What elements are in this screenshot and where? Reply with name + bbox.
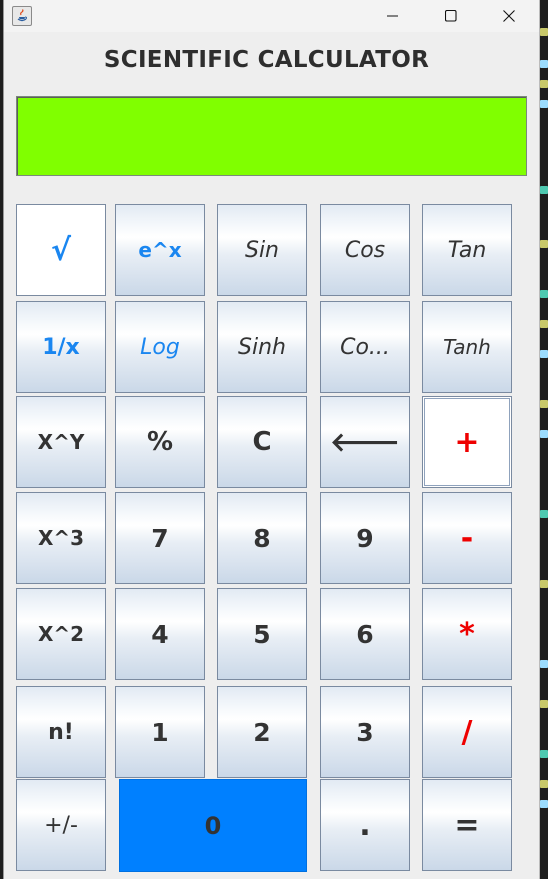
result-display[interactable]: [16, 96, 527, 176]
minus-button[interactable]: -: [422, 492, 512, 584]
backspace-button[interactable]: 🡐: [320, 396, 410, 488]
digit-8-label: 8: [253, 523, 271, 553]
decimal-label: .: [359, 807, 371, 843]
factorial-button[interactable]: n!: [16, 686, 106, 778]
cube-label: X^3: [37, 526, 85, 550]
tan-label: Tan: [447, 237, 487, 263]
digit-2-button[interactable]: 2: [217, 686, 307, 778]
exp-button[interactable]: e^x: [115, 204, 205, 296]
maximize-button[interactable]: [422, 0, 480, 32]
digit-6-button[interactable]: 6: [320, 588, 410, 680]
digit-1-label: 1: [151, 717, 169, 747]
plus-button[interactable]: +: [422, 396, 512, 488]
sqrt-button[interactable]: √: [16, 204, 106, 296]
log-label: Log: [140, 334, 180, 360]
divide-label: /: [461, 714, 473, 750]
cosh-label: Co...: [340, 334, 390, 360]
cos-label: Cos: [344, 237, 386, 263]
cube-button[interactable]: X^3: [16, 492, 106, 584]
sqrt-label: √: [50, 232, 71, 268]
java-app-icon[interactable]: [12, 6, 32, 26]
sin-label: Sin: [244, 237, 280, 263]
digit-8-button[interactable]: 8: [217, 492, 307, 584]
sin-button[interactable]: Sin: [217, 204, 307, 296]
digit-4-button[interactable]: 4: [115, 588, 205, 680]
cosh-button[interactable]: Co...: [320, 301, 410, 393]
log-button[interactable]: Log: [115, 301, 205, 393]
digit-6-label: 6: [356, 619, 374, 649]
equals-label: =: [454, 807, 480, 843]
digit-9-button[interactable]: 9: [320, 492, 410, 584]
negate-button[interactable]: +/-: [16, 779, 106, 871]
digit-0-label: 0: [204, 811, 222, 840]
digit-0-button[interactable]: 0: [119, 779, 307, 872]
digit-7-label: 7: [151, 523, 169, 553]
title-bar[interactable]: [4, 0, 539, 32]
tan-button[interactable]: Tan: [422, 204, 512, 296]
digit-1-button[interactable]: 1: [115, 686, 205, 778]
tanh-label: Tanh: [443, 335, 491, 359]
exp-label: e^x: [138, 238, 182, 262]
minimize-icon: [387, 15, 398, 17]
close-icon: [503, 10, 515, 22]
power-button[interactable]: X^Y: [16, 396, 106, 488]
multiply-label: *: [459, 616, 475, 652]
power-label: X^Y: [37, 430, 85, 454]
minus-label: -: [460, 520, 474, 556]
factorial-label: n!: [48, 719, 74, 745]
decimal-button[interactable]: .: [320, 779, 410, 871]
digit-3-button[interactable]: 3: [320, 686, 410, 778]
digit-2-label: 2: [253, 717, 271, 747]
percent-button[interactable]: %: [115, 396, 205, 488]
maximize-icon: [445, 10, 457, 22]
calculator-window: SCIENTIFIC CALCULATOR √ e^x Sin Cos Tan …: [3, 0, 540, 879]
close-button[interactable]: [480, 0, 538, 32]
percent-label: %: [146, 427, 174, 457]
tanh-button[interactable]: Tanh: [422, 301, 512, 393]
equals-button[interactable]: =: [422, 779, 512, 871]
reciprocal-label: 1/x: [42, 334, 80, 360]
calculator-title: SCIENTIFIC CALCULATOR: [103, 47, 430, 73]
plus-label: +: [454, 424, 480, 460]
clear-label: C: [252, 427, 272, 457]
digit-7-button[interactable]: 7: [115, 492, 205, 584]
digit-5-label: 5: [253, 619, 271, 649]
negate-label: +/-: [44, 812, 78, 838]
reciprocal-button[interactable]: 1/x: [16, 301, 106, 393]
minimize-button[interactable]: [364, 0, 422, 32]
clear-button[interactable]: C: [217, 396, 307, 488]
divide-button[interactable]: /: [422, 686, 512, 778]
sinh-button[interactable]: Sinh: [217, 301, 307, 393]
sinh-label: Sinh: [238, 334, 286, 360]
digit-4-label: 4: [151, 619, 169, 649]
digit-9-label: 9: [356, 523, 374, 553]
digit-5-button[interactable]: 5: [217, 588, 307, 680]
cos-button[interactable]: Cos: [320, 204, 410, 296]
multiply-button[interactable]: *: [422, 588, 512, 680]
square-label: X^2: [37, 622, 85, 646]
digit-3-label: 3: [356, 717, 374, 747]
square-button[interactable]: X^2: [16, 588, 106, 680]
background-code-editor: [540, 0, 548, 879]
backspace-arrow-icon: 🡐: [330, 427, 400, 458]
